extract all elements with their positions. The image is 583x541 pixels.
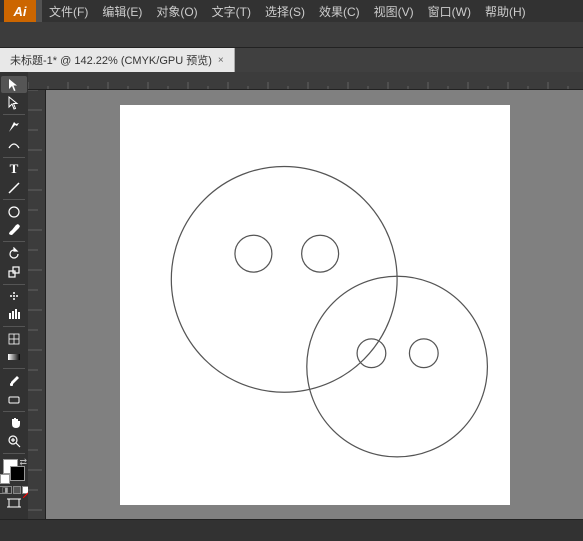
- ellipse-tool[interactable]: [1, 203, 27, 220]
- eyedropper-tool[interactable]: [1, 372, 27, 389]
- canvas-area[interactable]: 软件自学网 WWW.RJZXW.COM: [28, 72, 583, 519]
- eraser-tool[interactable]: [1, 391, 27, 408]
- type-tool[interactable]: T: [1, 161, 27, 178]
- menu-bar: Ai 文件(F) 编辑(E) 对象(O) 文字(T) 选择(S) 效果(C) 视…: [0, 0, 583, 22]
- hand-tool[interactable]: [1, 415, 27, 432]
- status-bar: [0, 519, 583, 541]
- tab-label: 未标题-1* @ 142.22% (CMYK/GPU 预览): [10, 52, 212, 68]
- tool-separator-4: [3, 241, 25, 242]
- tool-separator-5: [3, 284, 25, 285]
- menu-select[interactable]: 选择(S): [258, 1, 312, 22]
- tool-separator-8: [3, 411, 25, 412]
- canvas-inner[interactable]: [46, 90, 583, 519]
- brush-tool[interactable]: [1, 221, 27, 238]
- menu-effect[interactable]: 效果(C): [312, 1, 367, 22]
- left-toolbar: T: [0, 72, 28, 519]
- drawing-svg: [120, 105, 510, 505]
- mesh-tool[interactable]: [1, 330, 27, 347]
- tab-bar: 未标题-1* @ 142.22% (CMYK/GPU 预览) ×: [0, 48, 583, 72]
- arrange-tools: [3, 495, 25, 515]
- gradient-swatch[interactable]: [13, 486, 21, 494]
- swap-colors[interactable]: ⇄: [19, 457, 27, 468]
- menu-view[interactable]: 视图(V): [367, 1, 421, 22]
- line-tool[interactable]: [1, 179, 27, 196]
- pen-tool[interactable]: [1, 118, 27, 135]
- color-btn[interactable]: ◨: [0, 486, 12, 494]
- direct-select-tool[interactable]: [1, 94, 27, 111]
- select-tool[interactable]: [1, 76, 27, 93]
- main-area: T: [0, 72, 583, 519]
- tool-separator-6: [3, 326, 25, 327]
- graph-tool[interactable]: [1, 306, 27, 323]
- tool-separator-1: [3, 114, 25, 115]
- vertical-ruler: [28, 90, 46, 519]
- color-swatches: ⇄: [3, 459, 25, 481]
- menu-help[interactable]: 帮助(H): [478, 1, 533, 22]
- symbol-tool[interactable]: [1, 288, 27, 305]
- tool-separator-7: [3, 368, 25, 369]
- tool-separator-2: [3, 157, 25, 158]
- artboard-tool[interactable]: [3, 495, 25, 511]
- scale-tool[interactable]: [1, 264, 27, 281]
- menu-text[interactable]: 文字(T): [205, 1, 258, 22]
- zoom-tool[interactable]: [1, 433, 27, 450]
- ai-logo: Ai: [4, 0, 36, 22]
- horizontal-ruler: [28, 72, 583, 90]
- tool-separator-9: [3, 453, 25, 454]
- menu-edit[interactable]: 编辑(E): [95, 1, 149, 22]
- menu-file[interactable]: 文件(F): [42, 1, 95, 22]
- none-swatch[interactable]: [0, 474, 10, 484]
- menu-window[interactable]: 窗口(W): [421, 1, 478, 22]
- tool-separator-3: [3, 199, 25, 200]
- tab-close-button[interactable]: ×: [218, 55, 224, 66]
- color-mode-row: ◨: [0, 486, 28, 494]
- document-tab[interactable]: 未标题-1* @ 142.22% (CMYK/GPU 预览) ×: [0, 48, 235, 72]
- gradient-tool[interactable]: [1, 348, 27, 365]
- rotate-tool[interactable]: [1, 245, 27, 262]
- app-toolbar: [0, 22, 583, 48]
- curvature-tool[interactable]: [1, 137, 27, 154]
- white-canvas: [120, 105, 510, 505]
- menu-object[interactable]: 对象(O): [149, 1, 204, 22]
